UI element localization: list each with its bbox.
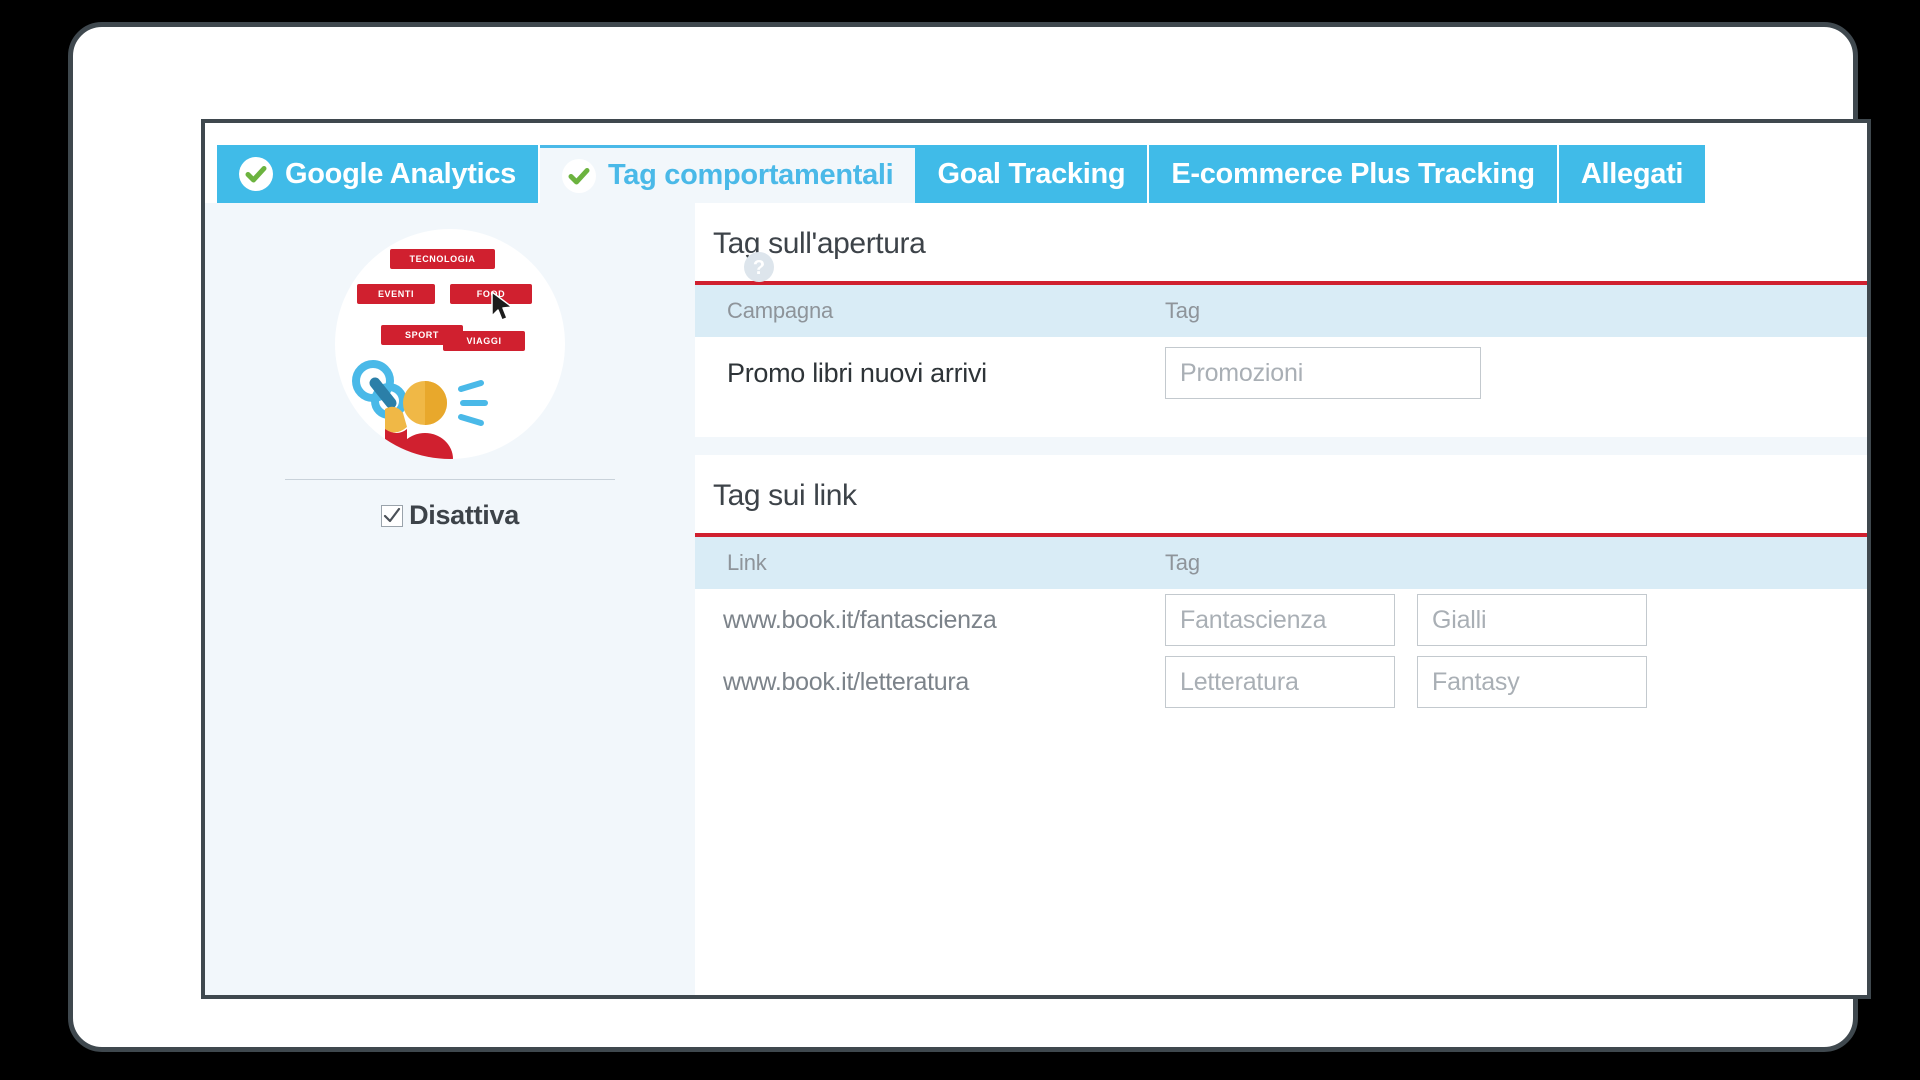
illustration-tag: EVENTI [357, 284, 435, 304]
tab-label: Allegati [1580, 157, 1684, 190]
main-content: Tag sull'apertura Campagna Tag Promo lib… [695, 203, 1867, 995]
svg-text:?: ? [753, 257, 765, 279]
column-header-link: Link [727, 550, 767, 575]
column-header-tag: Tag [1165, 298, 1200, 323]
section-title: Tag sui link [713, 479, 857, 512]
tag-input-letteratura[interactable] [1165, 656, 1395, 708]
tag-inputs-cell [1165, 347, 1867, 399]
link-url: www.book.it/fantascienza [723, 605, 997, 634]
help-circle-icon[interactable]: ? [743, 251, 775, 283]
column-header-campagna: Campagna [727, 298, 834, 323]
app-panel: Google Analytics Tag comportamentali Goa… [201, 119, 1871, 999]
sidebar: TECNOLOGIA EVENTI FOOD SPORT VIAGGI ? Di… [205, 203, 774, 995]
person-with-chain-icon [352, 360, 488, 459]
sidebar-divider [285, 479, 615, 480]
tab-label: E-commerce Plus Tracking [1171, 157, 1535, 190]
check-circle-icon [239, 157, 273, 191]
campaign-name: Promo libri nuovi arrivi [727, 357, 987, 388]
tab-label: Goal Tracking [937, 157, 1126, 190]
disattiva-checkbox[interactable] [381, 504, 404, 527]
tag-inputs-cell [1165, 656, 1867, 708]
behavioral-tags-illustration: TECNOLOGIA EVENTI FOOD SPORT VIAGGI [335, 229, 565, 459]
disattiva-row[interactable]: Disattiva [205, 500, 695, 531]
section-tag-link: Tag sui link Link Tag www.book.it/fantas… [695, 455, 1867, 995]
table-row: www.book.it/letteratura [695, 651, 1867, 713]
illustration-tag: TECNOLOGIA [390, 249, 495, 269]
tab-tag-comportamentali[interactable]: Tag comportamentali [540, 145, 916, 203]
table-header-row: Link Tag [695, 533, 1867, 589]
link-url: www.book.it/letteratura [723, 667, 969, 696]
illustration-wrap: TECNOLOGIA EVENTI FOOD SPORT VIAGGI ? [335, 229, 774, 459]
check-circle-icon [562, 158, 597, 193]
tab-label: Tag comportamentali [608, 159, 894, 191]
column-header-tag: Tag [1165, 550, 1200, 575]
tag-input-fantascienza[interactable] [1165, 594, 1395, 646]
section-title: Tag sull'apertura [713, 227, 926, 260]
tag-input-fantasy[interactable] [1417, 656, 1647, 708]
tab-label: Google Analytics [285, 157, 517, 190]
section-tag-apertura: Tag sull'apertura Campagna Tag Promo lib… [695, 203, 1867, 437]
tab-google-analytics[interactable]: Google Analytics [217, 145, 541, 203]
mouse-pointer-icon [491, 291, 513, 321]
disattiva-label: Disattiva [409, 500, 519, 530]
tab-allegati[interactable]: Allegati [1558, 145, 1706, 203]
device-frame: Google Analytics Tag comportamentali Goa… [68, 22, 1871, 1052]
app-body: TECNOLOGIA EVENTI FOOD SPORT VIAGGI ? Di… [205, 203, 1867, 995]
tab-goal-tracking[interactable]: Goal Tracking [915, 145, 1150, 203]
table-row: Promo libri nuovi arrivi [695, 337, 1867, 409]
tag-input-gialli[interactable] [1417, 594, 1647, 646]
table-header-row: Campagna Tag [695, 281, 1867, 337]
table-row: www.book.it/fantascienza [695, 589, 1867, 651]
illustration-tag: VIAGGI [443, 331, 525, 351]
tab-ecommerce-plus-tracking[interactable]: E-commerce Plus Tracking [1149, 145, 1559, 203]
tab-bar: Google Analytics Tag comportamentali Goa… [205, 145, 1867, 203]
tag-input-promozioni[interactable] [1165, 347, 1481, 399]
tag-inputs-cell [1165, 594, 1867, 646]
